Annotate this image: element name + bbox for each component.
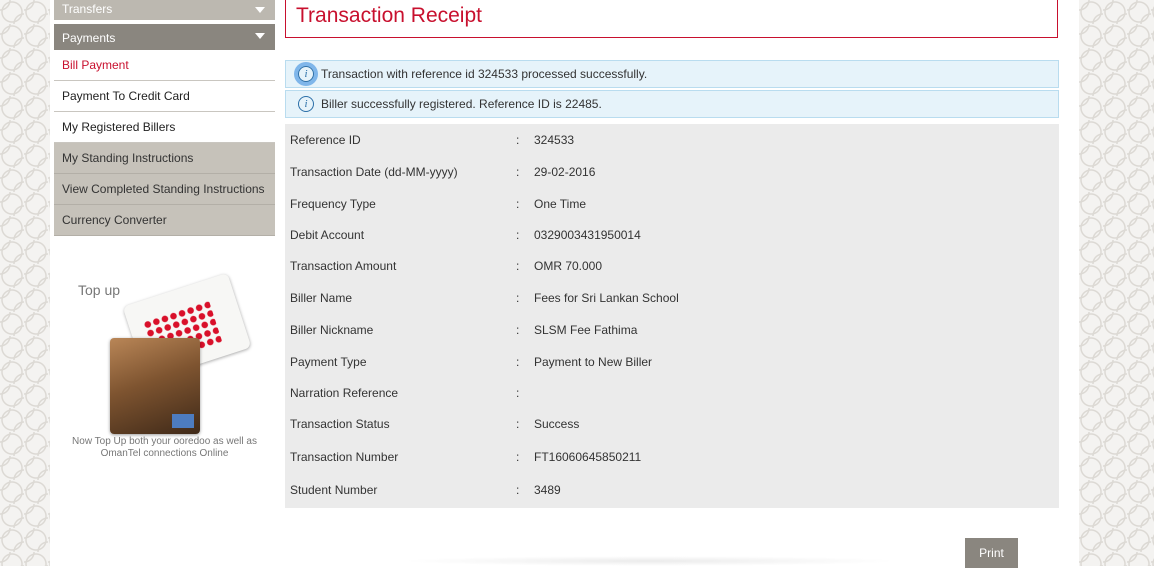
detail-value: SLSM Fee Fathima — [534, 323, 638, 337]
chevron-down-icon — [255, 33, 265, 39]
detail-colon: : — [516, 483, 520, 497]
omantel-card — [110, 338, 200, 434]
detail-value: Success — [534, 417, 580, 431]
page-title-box: Transaction Receipt — [285, 0, 1058, 38]
detail-row: Transaction Number : FT16060645850211 — [285, 441, 1059, 474]
detail-colon: : — [516, 417, 520, 431]
detail-value: OMR 70.000 — [534, 259, 603, 273]
sidebar-section-transfers[interactable]: Transfers — [54, 0, 275, 20]
detail-colon: : — [516, 197, 520, 211]
detail-colon: : — [516, 165, 520, 179]
detail-colon: : — [516, 133, 520, 147]
chevron-down-icon — [255, 7, 265, 13]
sidebar-item-label: Payment To Credit Card — [62, 89, 190, 103]
info-icon[interactable]: i — [298, 66, 314, 82]
detail-row: Biller Nickname : SLSM Fee Fathima — [285, 314, 1059, 347]
sidebar-section-payments[interactable]: Payments — [54, 24, 275, 50]
detail-label: Reference ID — [290, 133, 361, 147]
detail-value: 324533 — [534, 133, 575, 147]
page-title: Transaction Receipt — [296, 4, 482, 27]
message-text: Transaction with reference id 324533 pro… — [321, 67, 648, 81]
detail-label: Narration Reference — [290, 386, 399, 400]
sidebar-item-label: My Registered Billers — [62, 120, 176, 134]
footer-shadow — [400, 556, 900, 566]
sidebar-item-my-standing-instructions[interactable]: My Standing Instructions — [54, 143, 275, 174]
detail-label: Transaction Amount — [290, 259, 397, 273]
topup-description: Now Top Up both your ooredoo as well as … — [72, 436, 257, 459]
detail-row: Transaction Amount : OMR 70.000 — [285, 250, 1059, 283]
detail-label: Student Number — [290, 483, 378, 497]
topup-card-image — [102, 272, 252, 438]
sidebar-section-label: Transfers — [62, 2, 113, 16]
detail-colon: : — [516, 291, 520, 305]
sidebar-item-label: View Completed Standing Instructions — [62, 182, 265, 196]
detail-row: Student Number : 3489 — [285, 474, 1059, 507]
detail-label: Transaction Number — [290, 450, 399, 464]
detail-row: Debit Account : 0329003431950014 — [285, 219, 1059, 252]
detail-colon: : — [516, 355, 520, 369]
detail-colon: : — [516, 386, 520, 400]
sidebar-section-label: Payments — [62, 31, 116, 45]
detail-label: Transaction Status — [290, 417, 390, 431]
sidebar-item-my-registered-billers[interactable]: My Registered Billers — [54, 112, 275, 143]
sidebar-item-label: My Standing Instructions — [62, 151, 194, 165]
message-text: Biller successfully registered. Referenc… — [321, 97, 602, 111]
detail-label: Payment Type — [290, 355, 367, 369]
success-message: i Transaction with reference id 324533 p… — [285, 60, 1059, 88]
sidebar-item-currency-converter[interactable]: Currency Converter — [54, 205, 275, 236]
detail-value: Payment to New Biller — [534, 355, 653, 369]
detail-colon: : — [516, 450, 520, 464]
sidebar-item-label: Bill Payment — [62, 58, 129, 72]
decorative-pattern-left — [0, 0, 50, 566]
sidebar-item-bill-payment[interactable]: Bill Payment — [54, 50, 275, 81]
detail-value: 0329003431950014 — [534, 228, 641, 242]
detail-colon: : — [516, 323, 520, 337]
detail-value: 3489 — [534, 483, 561, 497]
receipt-details: Reference ID : 324533 Transaction Date (… — [285, 124, 1059, 508]
decorative-pattern-right — [1079, 0, 1154, 566]
detail-row: Reference ID : 324533 — [285, 124, 1059, 157]
sidebar-item-label: Currency Converter — [62, 213, 167, 227]
detail-label: Biller Name — [290, 291, 353, 305]
print-button[interactable]: Print — [965, 538, 1018, 568]
sidebar: Transfers Payments Bill Payment Payment … — [54, 0, 275, 459]
detail-colon: : — [516, 259, 520, 273]
detail-row: Biller Name : Fees for Sri Lankan School — [285, 282, 1059, 315]
detail-row: Frequency Type : One Time — [285, 188, 1059, 221]
detail-label: Biller Nickname — [290, 323, 374, 337]
biller-registered-message: i Biller successfully registered. Refere… — [285, 90, 1059, 118]
detail-value: Fees for Sri Lankan School — [534, 291, 679, 305]
detail-label: Frequency Type — [290, 197, 376, 211]
detail-value: 29-02-2016 — [534, 165, 596, 179]
detail-row: Transaction Date (dd-MM-yyyy) : 29-02-20… — [285, 156, 1059, 189]
detail-colon: : — [516, 228, 520, 242]
detail-value: One Time — [534, 197, 587, 211]
detail-row: Narration Reference : — [285, 377, 1059, 410]
detail-label: Debit Account — [290, 228, 365, 242]
sidebar-item-payment-to-credit-card[interactable]: Payment To Credit Card — [54, 81, 275, 112]
detail-value: FT16060645850211 — [534, 450, 642, 464]
detail-row: Payment Type : Payment to New Biller — [285, 346, 1059, 379]
detail-label: Transaction Date (dd-MM-yyyy) — [290, 165, 458, 179]
sidebar-item-view-completed-standing-instructions[interactable]: View Completed Standing Instructions — [54, 174, 275, 205]
info-icon: i — [298, 96, 314, 112]
detail-row: Transaction Status : Success — [285, 408, 1059, 441]
